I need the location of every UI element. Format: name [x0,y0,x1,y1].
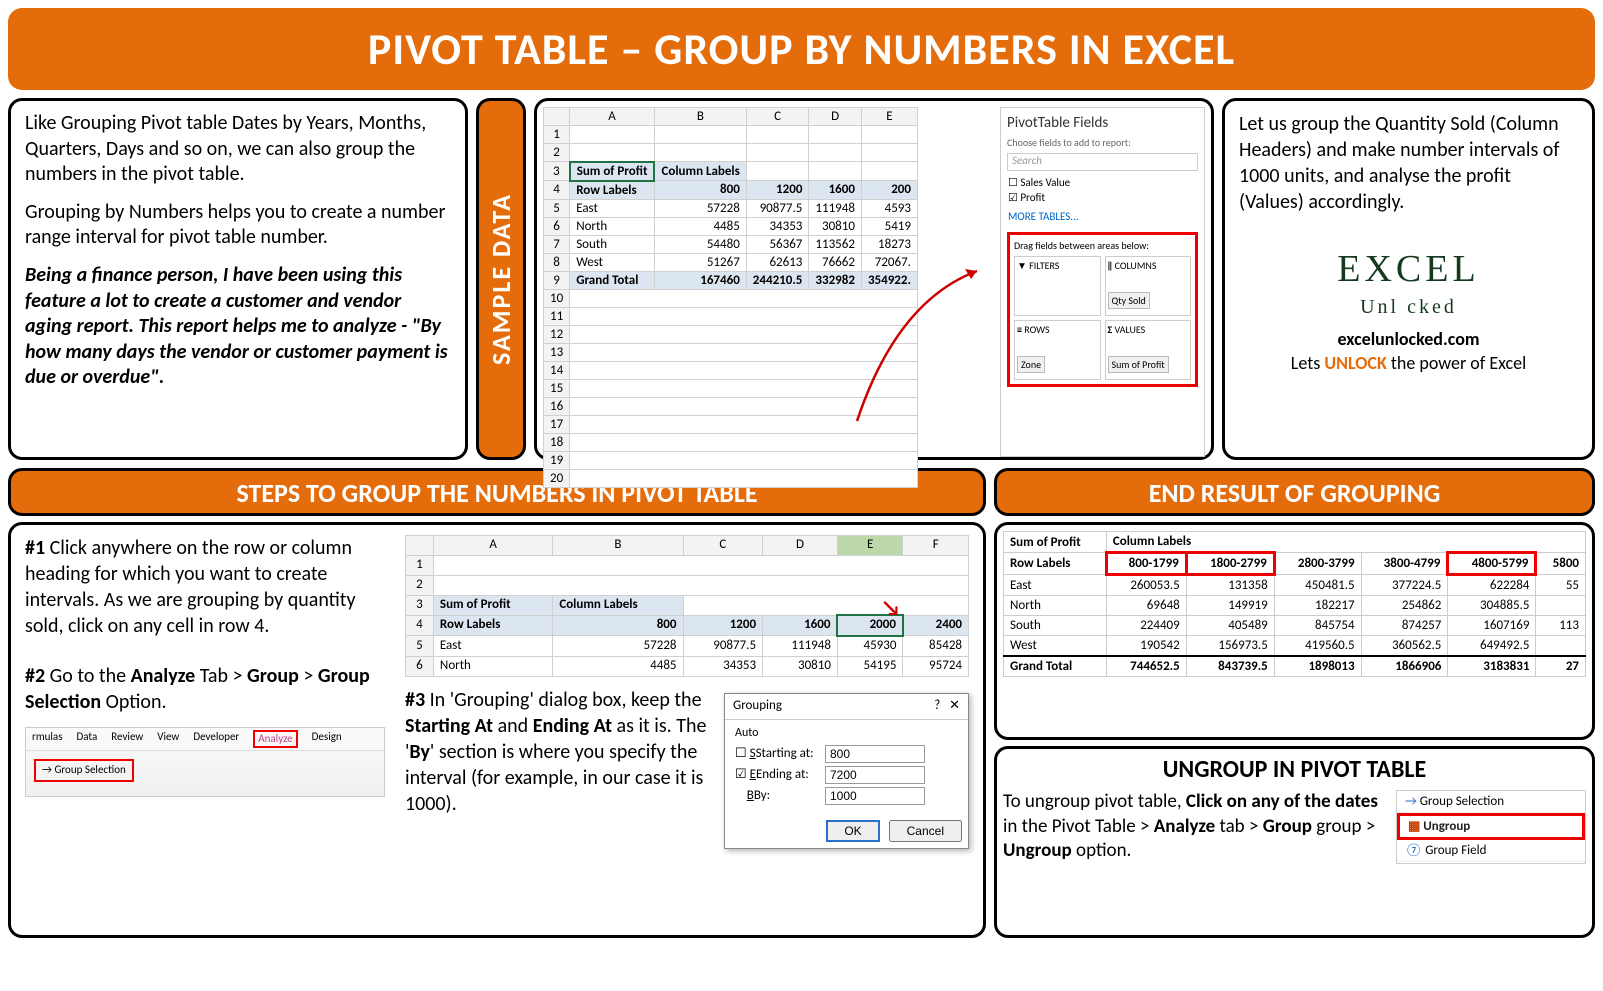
starting-at-input[interactable] [825,745,925,763]
brand-site: excelunlocked.com [1239,328,1578,351]
menu-group-selection[interactable]: → Group Selection [1397,791,1585,813]
intro-p2: Grouping by Numbers helps you to create … [25,200,451,251]
end-result-heading: END RESULT OF GROUPING [994,468,1595,516]
cancel-button[interactable]: Cancel [889,820,962,842]
intro-box: Like Grouping Pivot table Dates by Years… [8,98,468,460]
by-input[interactable] [825,787,925,805]
menu-ungroup[interactable]: ▦ Ungroup [1397,813,1585,840]
steps-box: #1 Click anywhere on the row or column h… [8,522,986,938]
sample-data-label: SAMPLE DATA [476,98,526,460]
values-area[interactable]: Σ VALUESSum of Profit [1105,320,1192,380]
grouping-dialog: Grouping? ✕ Auto ☐ SStarting at: ☑ EEndi… [724,693,969,849]
group-selection-button[interactable]: → Group Selection [34,759,134,781]
starting-at-checkbox[interactable]: ☐ SStarting at: [735,746,825,763]
ribbon-screenshot: rmulas Data Review View Developer Analyz… [25,727,385,797]
ungroup-heading: UNGROUP IN PIVOT TABLE [1003,755,1586,784]
pivottable-fields-pane[interactable]: PivotTable Fields Choose fields to add t… [1000,107,1205,457]
field-profit[interactable]: ☑ Profit [1007,190,1198,205]
pt-fields-title: PivotTable Fields [1007,114,1198,132]
intro-p1: Like Grouping Pivot table Dates by Years… [25,111,451,188]
arrow-annotation [837,261,997,441]
menu-group-field[interactable]: ⑦ Group Field [1397,840,1585,862]
ungroup-box: UNGROUP IN PIVOT TABLE To ungroup pivot … [994,746,1595,938]
pt-search-input[interactable]: Search [1007,153,1198,171]
drag-areas: Drag fields between areas below: ▼ FILTE… [1007,232,1198,387]
filters-area[interactable]: ▼ FILTERS [1014,256,1101,316]
intro-p3: Being a finance person, I have been usin… [25,263,451,391]
ungroup-menu: → Group Selection ▦ Ungroup ⑦ Group Fiel… [1396,790,1586,864]
brand-logo: EXCEL Unl cked excelunlocked.com Lets UN… [1239,245,1578,375]
page-title: PIVOT TABLE – GROUP BY NUMBERS IN EXCEL [8,8,1595,90]
sample-screenshot: ABCDE 1 2 3Sum of ProfitColumn Labels 4R… [534,98,1214,460]
ending-at-checkbox[interactable]: ☑ EEnding at: [735,767,825,784]
end-result-box: Sum of ProfitColumn Labels Row Labels800… [994,522,1595,740]
selected-cell-e4[interactable]: 2000↘ [837,615,903,636]
rows-area[interactable]: ≡ ROWSZone [1014,320,1101,380]
analyze-tab[interactable]: Analyze [253,730,297,748]
more-tables-link[interactable]: MORE TABLES... [1007,209,1198,224]
columns-area[interactable]: ‖ COLUMNSQty Sold [1105,256,1192,316]
field-sales-value[interactable]: ☐ Sales Value [1007,175,1198,190]
arrow-icon: ↘ [881,594,899,623]
result-table: Sum of ProfitColumn Labels Row Labels800… [1003,531,1586,677]
ending-at-input[interactable] [825,766,925,784]
step-mini-table: ABCDEF 1 2 3Sum of ProfitColumn Labels 4… [405,535,969,677]
ok-button[interactable]: OK [826,820,879,842]
right-note-box: Let us group the Quantity Sold (Column H… [1222,98,1595,460]
